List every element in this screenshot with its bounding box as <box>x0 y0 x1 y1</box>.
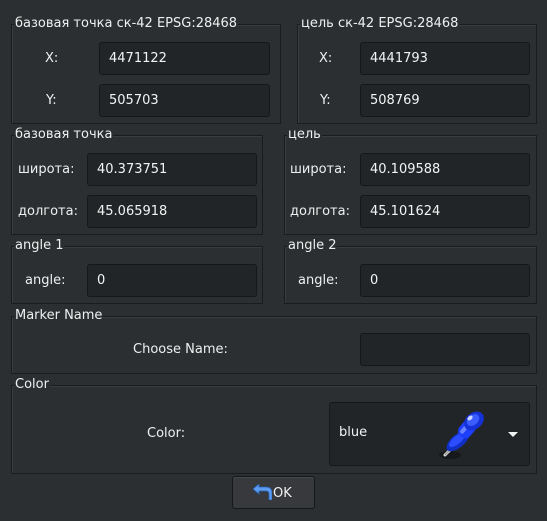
chevron-down-icon <box>508 432 518 437</box>
back-arrow-icon <box>253 484 272 500</box>
base-lat-input[interactable]: 40.373751 <box>87 153 257 186</box>
target-epsg-title: цель ск-42 EPSG:28468 <box>300 16 460 32</box>
ok-button-label: OK <box>273 486 292 501</box>
target-x-input[interactable]: 4441793 <box>360 42 530 75</box>
base-epsg-title: базовая точка ск-42 EPSG:28468 <box>14 16 239 32</box>
target-lon-input[interactable]: 45.101624 <box>360 195 530 228</box>
base-x-label: X: <box>45 51 59 66</box>
color-select[interactable]: blue <box>329 402 530 466</box>
base-lon-input[interactable]: 45.065918 <box>87 195 257 228</box>
angle2-input[interactable]: 0 <box>360 264 530 297</box>
base-y-input[interactable]: 505703 <box>99 84 270 117</box>
angle2-title: angle 2 <box>287 238 338 254</box>
angle1-input[interactable]: 0 <box>87 264 257 297</box>
angle1-title: angle 1 <box>14 238 65 254</box>
color-label: Color: <box>147 426 186 441</box>
angle1-label: angle: <box>25 273 66 288</box>
base-lat-label: широта: <box>18 162 75 177</box>
base-lon-label: долгота: <box>18 204 78 219</box>
target-lon-label: долгота: <box>290 204 350 219</box>
base-x-input[interactable]: 4471122 <box>99 42 270 75</box>
target-y-label: Y: <box>320 93 331 108</box>
target-point-title: цель <box>287 127 322 143</box>
target-y-input[interactable]: 508769 <box>360 84 530 117</box>
choose-name-label: Choose Name: <box>133 342 228 357</box>
base-point-title: базовая точка <box>14 127 114 143</box>
base-y-label: Y: <box>46 93 57 108</box>
blue-pushpin-icon <box>439 411 484 459</box>
marker-name-title: Marker Name <box>14 308 104 324</box>
angle2-label: angle: <box>298 273 339 288</box>
target-x-label: X: <box>319 51 333 66</box>
target-lat-label: широта: <box>290 162 347 177</box>
marker-name-input[interactable] <box>360 333 530 366</box>
coordinate-dialog: базовая точка ск-42 EPSG:28468 X: 447112… <box>0 0 547 521</box>
color-select-value: blue <box>339 425 368 440</box>
ok-button[interactable]: OK <box>232 476 315 509</box>
color-title: Color <box>14 377 50 393</box>
target-lat-input[interactable]: 40.109588 <box>360 153 530 186</box>
